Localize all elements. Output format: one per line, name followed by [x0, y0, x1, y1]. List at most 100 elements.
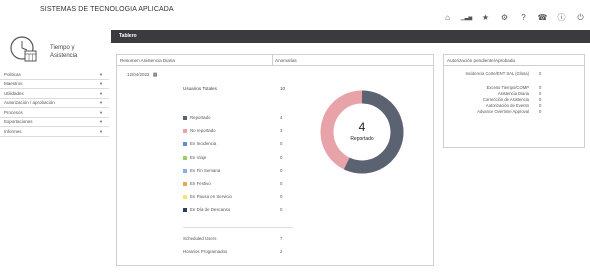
status-value: 4 — [280, 115, 283, 120]
total-users-value: 10 — [280, 86, 286, 91]
scheduled-users-value: 7 — [280, 236, 283, 241]
top-header: SISTEMAS DE TECNOLOGIA APLICADA ⌂ ▁▃▅ ★ … — [0, 0, 590, 30]
chevron-down-icon: ▼ — [99, 71, 103, 77]
status-row: En Festivo 0 — [183, 181, 293, 194]
tab-summary[interactable]: Resumen Asistencia Diaria — [120, 58, 175, 63]
status-value: 3 — [280, 128, 283, 134]
sidebar-item-procesos[interactable]: Procesos ▼ — [0, 108, 109, 118]
chevron-down-icon: ▼ — [99, 119, 103, 125]
phone-icon[interactable]: ☎ — [533, 12, 552, 24]
sidebar-item-autorizacion[interactable]: Autorización / aprobación ▼ — [0, 99, 109, 108]
date-value: 12/04/2022 — [127, 72, 150, 77]
status-label: Reportado — [190, 115, 211, 120]
pending-authorization-panel: Autorización pendiente/Aprobada Incidenc… — [443, 54, 585, 148]
status-list: Reportado 4 No reportado 3 En Incidencia… — [183, 115, 293, 221]
status-row: Reportado 4 — [183, 115, 293, 128]
tab-anomalies[interactable]: Anomalías — [275, 58, 297, 63]
status-swatch — [183, 155, 187, 160]
page-title-bar: Tablero — [111, 30, 590, 43]
donut-center-value: 4 — [359, 120, 366, 134]
auth-row-label: Advance Overtime Approval — [477, 109, 529, 114]
chevron-down-icon: ▼ — [99, 128, 103, 134]
status-row: En Pausa en Servicio 0 — [183, 194, 293, 207]
sidebar-item-label: Exportaciones — [4, 119, 33, 125]
auth-row-label: Corrección de Asistencia — [482, 97, 529, 102]
total-users-label: Usuarios Totales — [183, 86, 217, 91]
help-icon[interactable]: ? — [514, 12, 533, 24]
total-users-row: Usuarios Totales 10 — [183, 86, 293, 91]
date-picker[interactable]: 12/04/2022 ▦ — [127, 72, 158, 78]
sidebar-item-exportaciones[interactable]: Exportaciones ▼ — [0, 118, 109, 127]
chart-icon[interactable]: ▁▃▅ — [457, 12, 476, 24]
status-swatch — [183, 195, 187, 200]
status-swatch — [183, 116, 187, 120]
status-label: En Pausa en Servicio — [190, 194, 232, 200]
donut-center-label: Reportado — [350, 136, 374, 142]
logo-text-line-1: Tiempo y — [50, 45, 75, 51]
sidebar-item-label: Politicas — [4, 71, 21, 77]
auth-row-value: 0 — [539, 85, 542, 90]
scheduled-users-label: Scheduled Users — [183, 236, 217, 241]
status-row: En Fin Semana 0 — [183, 168, 293, 181]
auth-row-value: 0 — [539, 97, 542, 102]
divider — [183, 227, 293, 228]
status-value: 0 — [280, 167, 283, 173]
chevron-down-icon: ▼ — [99, 100, 103, 106]
status-label: En Fin Semana — [190, 167, 221, 173]
sidebar-menu: Politicas ▼ Maestros ▼ Utilidades ▼ Auto… — [0, 70, 109, 137]
power-icon[interactable]: ⏻ — [571, 12, 590, 24]
daily-attendance-panel: Resumen Asistencia Diaria Anomalías 12/0… — [116, 54, 434, 266]
status-label: En Día de Descanso — [190, 207, 231, 213]
status-label: En Festivo — [190, 180, 211, 186]
auth-row-label: Asistencia Diaria — [497, 91, 529, 96]
status-swatch — [183, 142, 187, 147]
home-icon[interactable]: ⌂ — [438, 12, 457, 24]
status-swatch — [183, 208, 187, 213]
auth-row-value: 0 — [539, 109, 542, 114]
sidebar-item-politicas[interactable]: Politicas ▼ — [0, 70, 109, 80]
status-row: No reportado 3 — [183, 128, 293, 141]
status-label: No reportado — [190, 128, 216, 134]
star-icon[interactable]: ★ — [476, 12, 495, 24]
calendar-icon[interactable]: ▦ — [153, 72, 158, 78]
status-value: 0 — [280, 154, 283, 160]
status-value: 0 — [280, 141, 283, 147]
logo-text-line-2: Asistencia — [50, 53, 78, 59]
app-title: SISTEMAS DE TECNOLOGIA APLICADA — [40, 6, 174, 13]
status-swatch — [183, 168, 187, 173]
programmed-schedules-label: Horarios Programados — [183, 249, 228, 254]
sidebar-item-maestros[interactable]: Maestros ▼ — [0, 80, 109, 89]
chevron-down-icon: ▼ — [99, 109, 103, 115]
status-row: En Incidencia 0 — [183, 141, 293, 154]
gear-icon[interactable]: ⚙ — [495, 12, 514, 24]
sidebar-item-label: Procesos — [4, 109, 23, 115]
status-swatch — [183, 181, 187, 186]
status-row: En Viaje 0 — [183, 155, 293, 168]
auth-row-label: Autorización de Evento — [485, 103, 529, 108]
status-value: 0 — [280, 207, 283, 213]
auth-row-value: 0 — [539, 91, 542, 96]
tab-divider — [272, 55, 273, 65]
sidebar-item-utilidades[interactable]: Utilidades ▼ — [0, 89, 109, 99]
status-value: 0 — [280, 194, 283, 200]
info-icon[interactable]: ⓘ — [552, 12, 571, 24]
chevron-down-icon: ▼ — [99, 81, 103, 87]
sidebar-item-label: Utilidades — [4, 90, 24, 96]
sidebar-item-label: Informes — [4, 128, 22, 134]
top-icon-bar: ⌂ ▁▃▅ ★ ⚙ ? ☎ ⓘ ⏻ — [438, 12, 590, 24]
page-title: Tablero — [119, 33, 137, 39]
logo-text: Tiempo y Asistencia — [50, 44, 77, 60]
attendance-donut-chart[interactable]: 4 Reportado — [315, 85, 409, 179]
sidebar-item-informes[interactable]: Informes ▼ — [0, 127, 109, 137]
status-swatch — [183, 129, 187, 134]
auth-row-value: 0 — [539, 71, 542, 76]
programmed-schedules-value: 2 — [280, 249, 283, 254]
auth-row-value: 0 — [539, 103, 542, 108]
panel-tabs: Resumen Asistencia Diaria Anomalías — [117, 55, 433, 66]
pending-authorization-title: Autorización pendiente/Aprobada — [444, 55, 584, 66]
scheduled-users-row: Scheduled Users 7 — [183, 236, 293, 241]
auth-row-label: Incidencia Corte/ENT SAL (Glosa) — [465, 71, 529, 76]
sidebar-item-label: Autorización / aprobación — [4, 100, 55, 106]
sidebar-item-label: Maestros — [4, 81, 23, 87]
status-label: En Viaje — [190, 154, 207, 160]
